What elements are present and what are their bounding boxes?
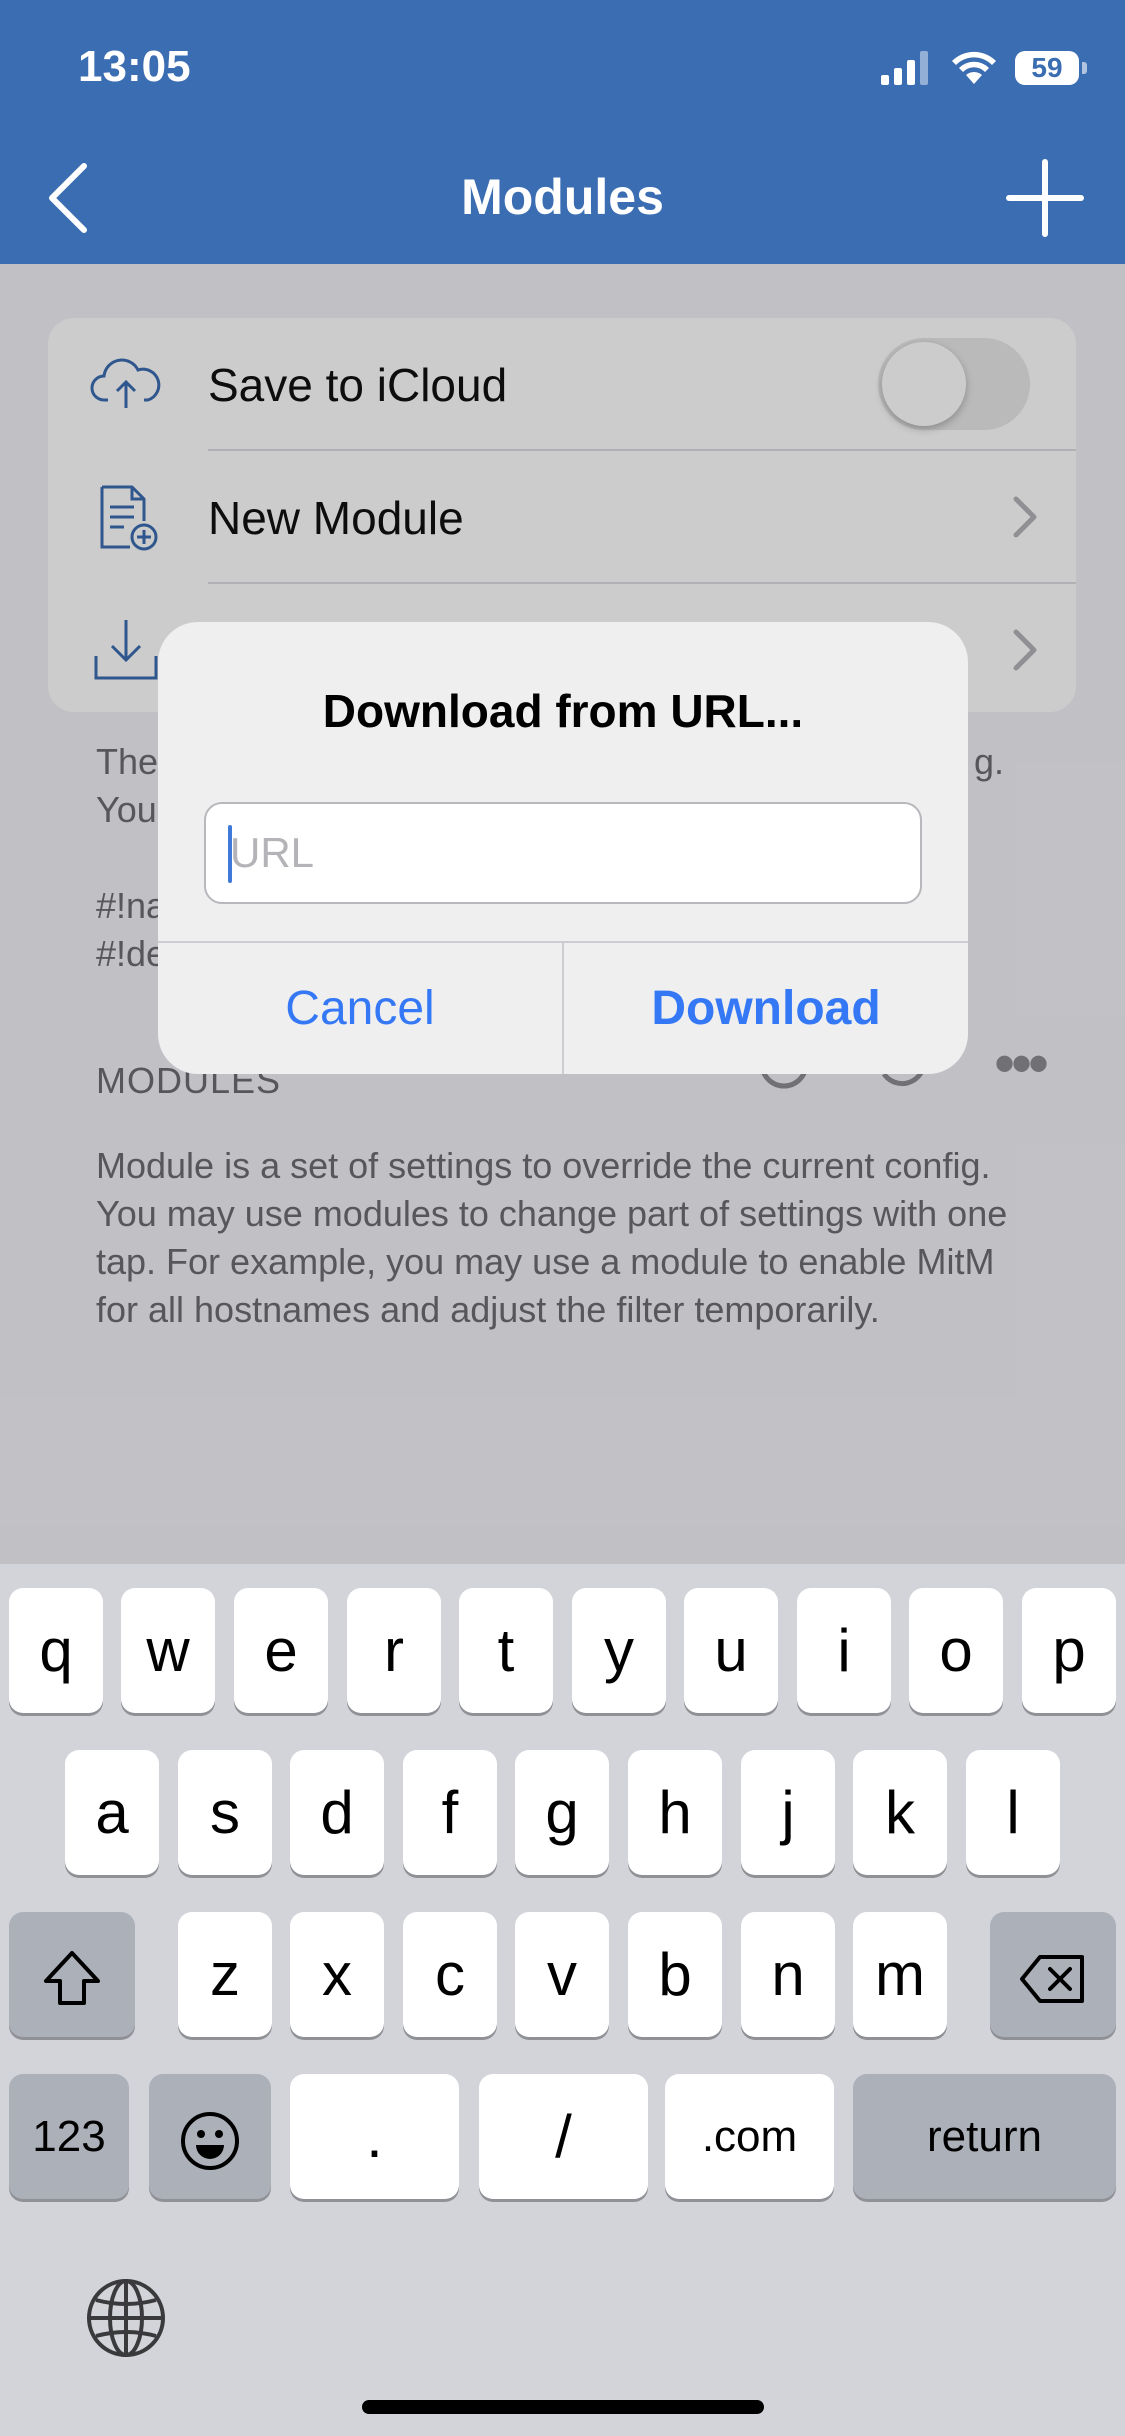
globe-icon[interactable] xyxy=(84,2276,168,2360)
download-button[interactable]: Download xyxy=(564,943,968,1074)
dot-key[interactable]: . xyxy=(290,2074,459,2199)
key-w[interactable]: w xyxy=(121,1588,215,1713)
cancel-button[interactable]: Cancel xyxy=(158,943,562,1074)
slash-key[interactable]: / xyxy=(479,2074,648,2199)
key-v[interactable]: v xyxy=(515,1912,609,2037)
download-url-alert: Download from URL... Cancel Download xyxy=(158,622,968,1074)
key-m[interactable]: m xyxy=(853,1912,947,2037)
emoji-icon xyxy=(181,2112,239,2171)
key-j[interactable]: j xyxy=(741,1750,835,1875)
status-time: 13:05 xyxy=(78,42,191,91)
key-b[interactable]: b xyxy=(628,1912,722,2037)
key-u[interactable]: u xyxy=(684,1588,778,1713)
key-l[interactable]: l xyxy=(966,1750,1060,1875)
key-g[interactable]: g xyxy=(515,1750,609,1875)
key-n[interactable]: n xyxy=(741,1912,835,2037)
dotcom-key[interactable]: .com xyxy=(665,2074,834,2199)
keyboard: q w e r t y u i o p a s d f g h j k l z … xyxy=(0,1564,1125,2436)
key-t[interactable]: t xyxy=(459,1588,553,1713)
key-h[interactable]: h xyxy=(628,1750,722,1875)
key-p[interactable]: p xyxy=(1022,1588,1116,1713)
key-d[interactable]: d xyxy=(290,1750,384,1875)
key-f[interactable]: f xyxy=(403,1750,497,1875)
navigation-bar: 13:05 59 Modules xyxy=(0,0,1125,264)
page-title: Modules xyxy=(461,169,664,225)
emoji-key[interactable] xyxy=(149,2074,271,2199)
key-c[interactable]: c xyxy=(403,1912,497,2037)
alert-title: Download from URL... xyxy=(322,685,804,737)
wifi-icon xyxy=(952,51,996,84)
url-input[interactable] xyxy=(204,802,922,904)
text-cursor xyxy=(228,825,232,883)
signal-icon xyxy=(881,51,928,85)
backspace-icon xyxy=(1020,1955,1084,2004)
shift-key[interactable] xyxy=(9,1912,135,2037)
delete-key[interactable] xyxy=(990,1912,1116,2037)
key-a[interactable]: a xyxy=(65,1750,159,1875)
key-s[interactable]: s xyxy=(178,1750,272,1875)
key-q[interactable]: q xyxy=(9,1588,103,1713)
status-icons: 59 xyxy=(881,46,1087,90)
battery-indicator: 59 xyxy=(1015,51,1087,85)
key-e[interactable]: e xyxy=(234,1588,328,1713)
shift-icon xyxy=(44,1951,100,2006)
key-y[interactable]: y xyxy=(572,1588,666,1713)
key-z[interactable]: z xyxy=(178,1912,272,2037)
numbers-key[interactable]: 123 xyxy=(9,2074,129,2199)
key-i[interactable]: i xyxy=(797,1588,891,1713)
home-indicator xyxy=(362,2400,764,2414)
key-o[interactable]: o xyxy=(909,1588,1003,1713)
key-r[interactable]: r xyxy=(347,1588,441,1713)
key-x[interactable]: x xyxy=(290,1912,384,2037)
key-k[interactable]: k xyxy=(853,1750,947,1875)
return-key[interactable]: return xyxy=(853,2074,1116,2199)
add-icon[interactable] xyxy=(1005,158,1085,238)
